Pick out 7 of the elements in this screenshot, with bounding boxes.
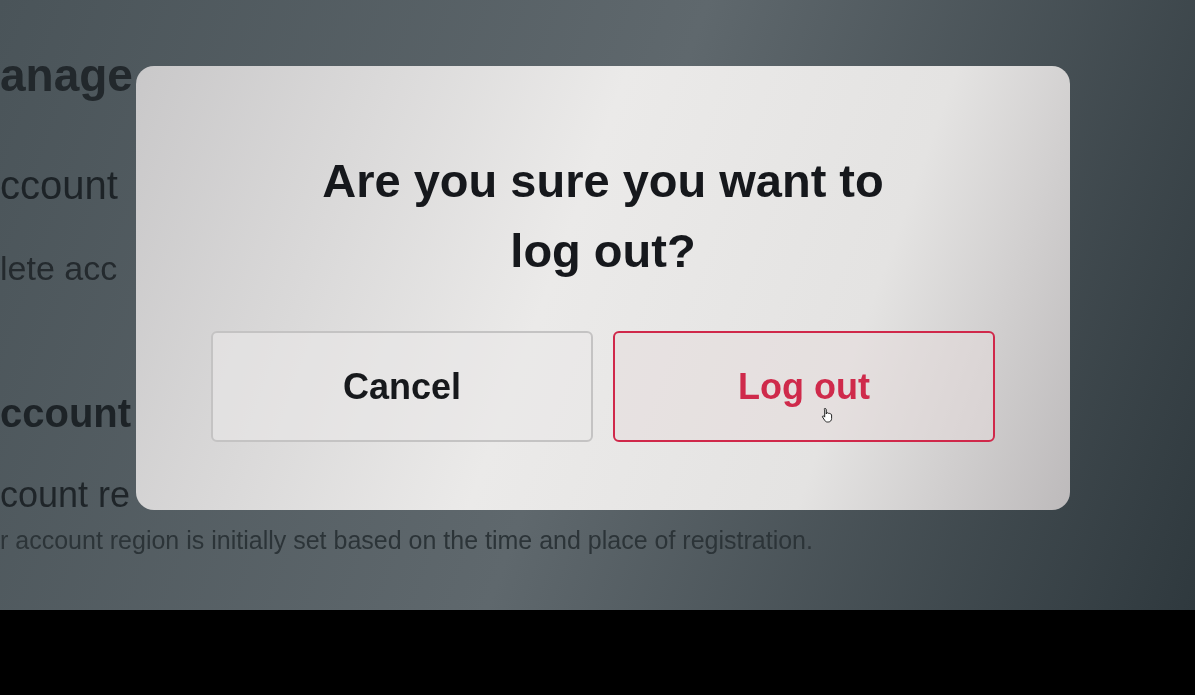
setting-label: count re: [0, 473, 131, 517]
cancel-button[interactable]: Cancel: [211, 331, 593, 442]
hand-cursor-icon: [821, 407, 835, 423]
section-heading: ccount: [0, 162, 118, 209]
section-heading: ccount: [0, 390, 132, 437]
log-out-button[interactable]: Log out: [613, 331, 995, 442]
dialog-title: Are you sure you want to log out?: [321, 153, 885, 279]
